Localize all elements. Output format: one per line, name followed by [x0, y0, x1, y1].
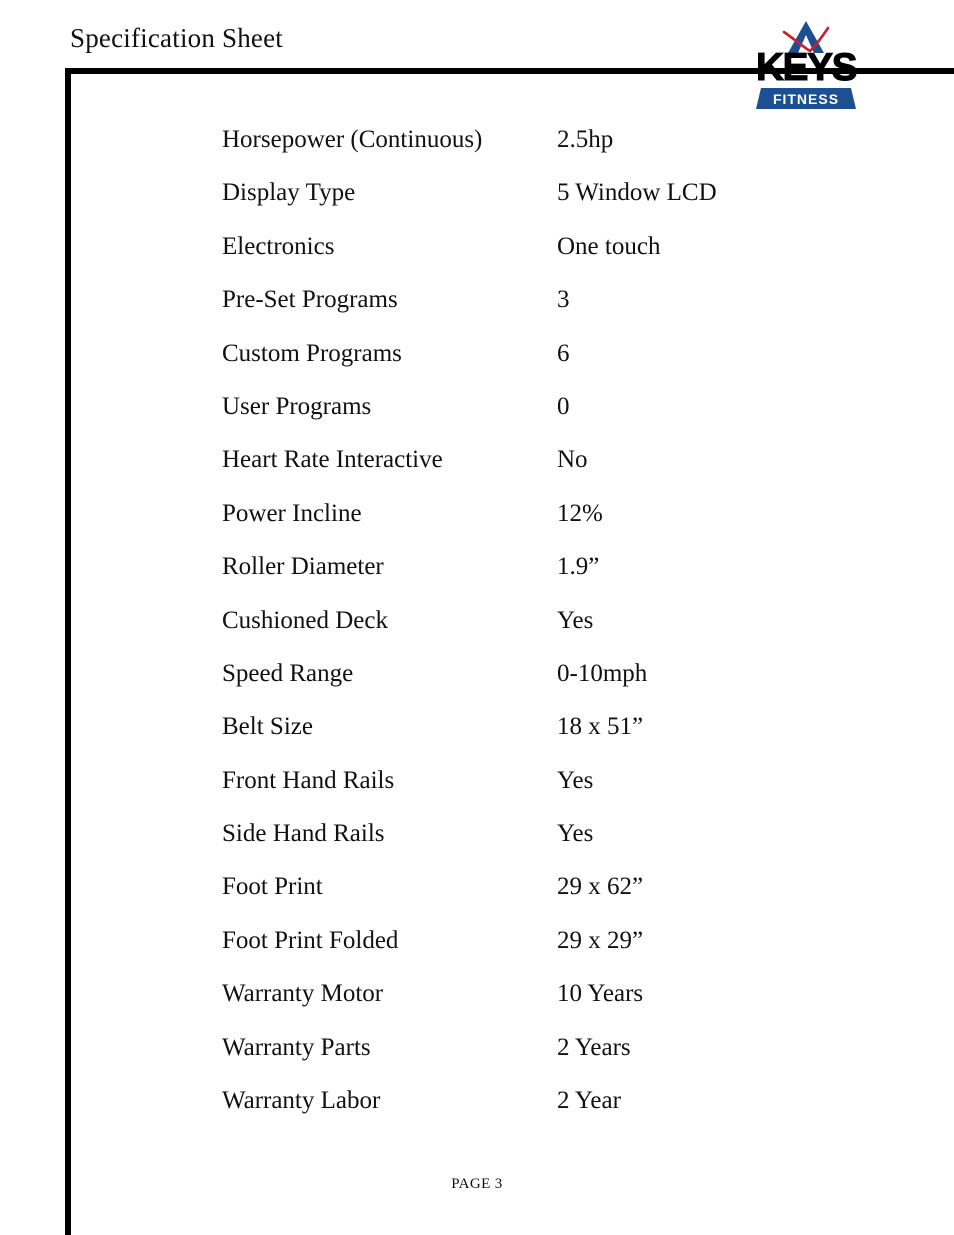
- spec-row: Warranty Motor 10 Years: [222, 980, 862, 1033]
- spec-value: 0: [557, 392, 570, 420]
- logo-brand-text: KEYS: [755, 46, 858, 89]
- spec-value: 1.9”: [557, 553, 600, 581]
- spec-value: 3: [557, 286, 570, 314]
- spec-row: Speed Range 0-10mph: [222, 660, 862, 713]
- spec-value: 12%: [557, 499, 603, 527]
- spec-value: 10 Years: [557, 980, 644, 1008]
- spec-label: Warranty Motor: [222, 980, 384, 1008]
- spec-label: Horsepower (Continuous): [222, 126, 483, 153]
- logo-sub-brand-text: FITNESS: [772, 90, 840, 107]
- spec-value: No: [557, 446, 588, 474]
- spec-label: Pre-Set Programs: [222, 286, 398, 314]
- spec-row: Custom Programs 6: [222, 340, 862, 393]
- spec-value: 29 x 29”: [557, 926, 644, 954]
- spec-row: Side Hand Rails Yes: [222, 820, 862, 873]
- spec-row: Front Hand Rails Yes: [222, 767, 862, 820]
- spec-row: Belt Size 18 x 51”: [222, 713, 862, 766]
- spec-row: Warranty Labor 2 Year: [222, 1087, 862, 1140]
- spec-label: Custom Programs: [222, 339, 402, 367]
- spec-label: Speed Range: [222, 659, 354, 687]
- spec-label: Warranty Parts: [222, 1033, 371, 1061]
- spec-value: 2 Years: [557, 1033, 631, 1061]
- page-title: Specification Sheet: [70, 23, 283, 53]
- spec-label: Display Type: [222, 179, 356, 207]
- spec-value: Yes: [557, 820, 594, 848]
- spec-row: Pre-Set Programs 3: [222, 286, 862, 339]
- spec-row: Roller Diameter 1.9”: [222, 553, 862, 606]
- spec-value: Yes: [557, 766, 594, 794]
- spec-label: Power Incline: [222, 499, 362, 527]
- spec-label: User Programs: [222, 392, 372, 420]
- specification-sheet-page: Specification Sheet KEYS FITNESS Horsepo…: [0, 0, 954, 1235]
- spec-row: Cushioned Deck Yes: [222, 607, 862, 660]
- spec-row: Electronics One touch: [222, 233, 862, 286]
- spec-row: Display Type 5 Window LCD: [222, 179, 862, 232]
- spec-row: Foot Print Folded 29 x 29”: [222, 927, 862, 980]
- spec-row: Foot Print 29 x 62”: [222, 873, 862, 926]
- spec-value: 2.5hp: [557, 126, 614, 153]
- left-border-rule: [65, 68, 71, 1235]
- spec-row: Horsepower (Continuous) 2.5hp: [222, 126, 862, 179]
- spec-label: Roller Diameter: [222, 553, 384, 581]
- spec-label: Front Hand Rails: [222, 766, 395, 794]
- spec-row: Power Incline 12%: [222, 500, 862, 553]
- spec-row: Warranty Parts 2 Years: [222, 1034, 862, 1087]
- spec-value: Yes: [557, 606, 594, 634]
- spec-value: 2 Year: [557, 1087, 621, 1115]
- spec-label: Foot Print: [222, 873, 323, 901]
- spec-value: 29 x 62”: [557, 873, 644, 901]
- spec-value: 6: [557, 339, 570, 367]
- spec-value: One touch: [557, 232, 661, 260]
- spec-value: 5 Window LCD: [557, 179, 717, 207]
- spec-value: 18 x 51”: [557, 713, 644, 741]
- spec-value: 0-10mph: [557, 659, 648, 687]
- keys-fitness-logo: KEYS FITNESS: [752, 20, 860, 110]
- spec-row: User Programs 0: [222, 393, 862, 446]
- spec-label: Heart Rate Interactive: [222, 446, 443, 474]
- spec-row: Heart Rate Interactive No: [222, 446, 862, 499]
- spec-label: Belt Size: [222, 713, 313, 741]
- spec-label: Foot Print Folded: [222, 926, 399, 954]
- spec-label: Side Hand Rails: [222, 820, 385, 848]
- spec-label: Cushioned Deck: [222, 606, 388, 634]
- spec-label: Warranty Labor: [222, 1087, 381, 1115]
- spec-label: Electronics: [222, 232, 335, 260]
- specification-table: Horsepower (Continuous) 2.5hp Display Type…: [222, 126, 862, 1140]
- logo-sub-brand-banner: FITNESS: [756, 88, 856, 109]
- page-number-footer: PAGE 3: [451, 1176, 503, 1192]
